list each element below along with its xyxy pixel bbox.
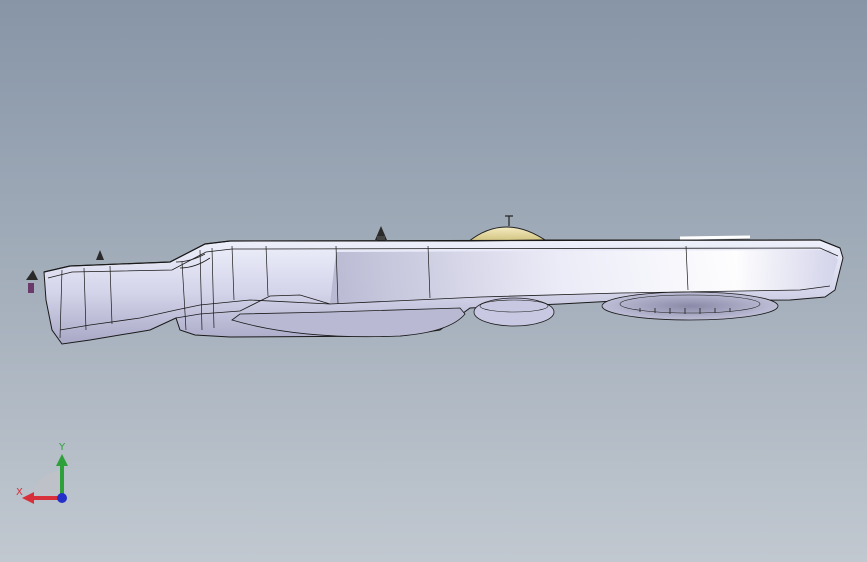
y-axis-label: Y <box>59 442 66 453</box>
graphics-area[interactable]: Y X <box>0 0 867 562</box>
reference-triad: Y X <box>10 440 80 510</box>
clip-front <box>96 250 104 260</box>
triad-graphic <box>22 454 68 504</box>
3d-model-street-light[interactable] <box>0 0 867 562</box>
clip-left <box>26 270 38 280</box>
x-axis-label: X <box>16 487 23 498</box>
led-lens <box>601 291 779 321</box>
